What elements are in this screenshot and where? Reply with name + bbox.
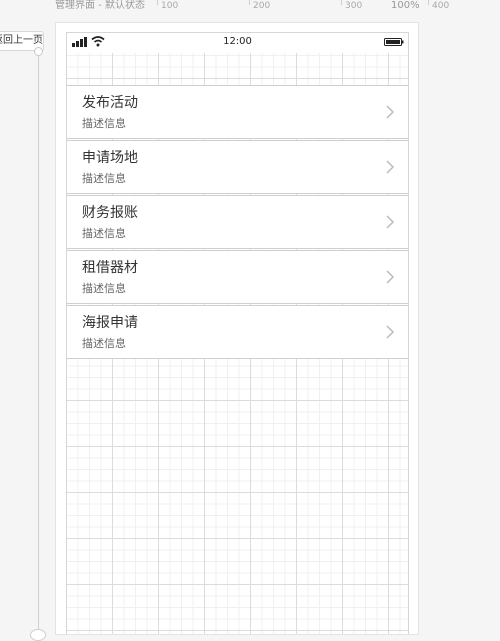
menu-item-description: 描述信息 [82,282,126,295]
menu-item-publish-activity[interactable]: 发布活动 描述信息 [67,85,408,139]
ruler-tick [157,0,158,5]
menu-item-title: 发布活动 [82,95,138,111]
menu-item-title: 申请场地 [82,150,138,166]
canvas-header: 管理界面 - 默认状态 100 200 300 100% 400 [0,0,500,16]
link-end-anchor[interactable] [30,629,46,641]
page-caption: 管理界面 - 默认状态 [55,0,145,11]
menu-item-title: 海报申请 [82,315,138,331]
chevron-right-icon [386,215,395,229]
menu-item-title: 租借器材 [82,260,138,276]
ruler-label-200: 200 [253,1,271,11]
chevron-right-icon [386,105,395,119]
status-bar: 12:00 [67,33,408,53]
phone-frame: 12:00 发布活动 描述信息 申请场地 描述信息 财务报账 描述信息 租借器材… [55,22,419,635]
ruler-label-300: 300 [345,1,363,11]
ruler-tick [341,0,342,5]
menu-item-apply-venue[interactable]: 申请场地 描述信息 [67,140,408,194]
zoom-level[interactable]: 100% [391,0,420,12]
menu-item-finance-reimbursement[interactable]: 财务报账 描述信息 [67,195,408,249]
menu-list: 发布活动 描述信息 申请场地 描述信息 财务报账 描述信息 租借器材 描述信息 … [67,85,408,360]
menu-item-description: 描述信息 [82,117,126,130]
phone-screen: 12:00 发布活动 描述信息 申请场地 描述信息 财务报账 描述信息 租借器材… [66,32,409,634]
chevron-right-icon [386,325,395,339]
ruler-label-400: 400 [432,1,450,11]
menu-item-poster-request[interactable]: 海报申请 描述信息 [67,305,408,359]
chevron-right-icon [386,160,395,174]
menu-item-rent-equipment[interactable]: 租借器材 描述信息 [67,250,408,304]
menu-item-description: 描述信息 [82,227,126,240]
menu-item-description: 描述信息 [82,172,126,185]
link-guide-line [38,44,39,635]
menu-item-title: 财务报账 [82,205,138,221]
battery-icon [384,38,404,46]
link-anchor-dot[interactable] [34,47,43,56]
ruler-tick [249,0,250,5]
status-time: 12:00 [223,36,252,47]
ruler-label-100: 100 [161,1,179,11]
ruler-tick [428,0,429,5]
chevron-right-icon [386,270,395,284]
menu-item-description: 描述信息 [82,337,126,350]
